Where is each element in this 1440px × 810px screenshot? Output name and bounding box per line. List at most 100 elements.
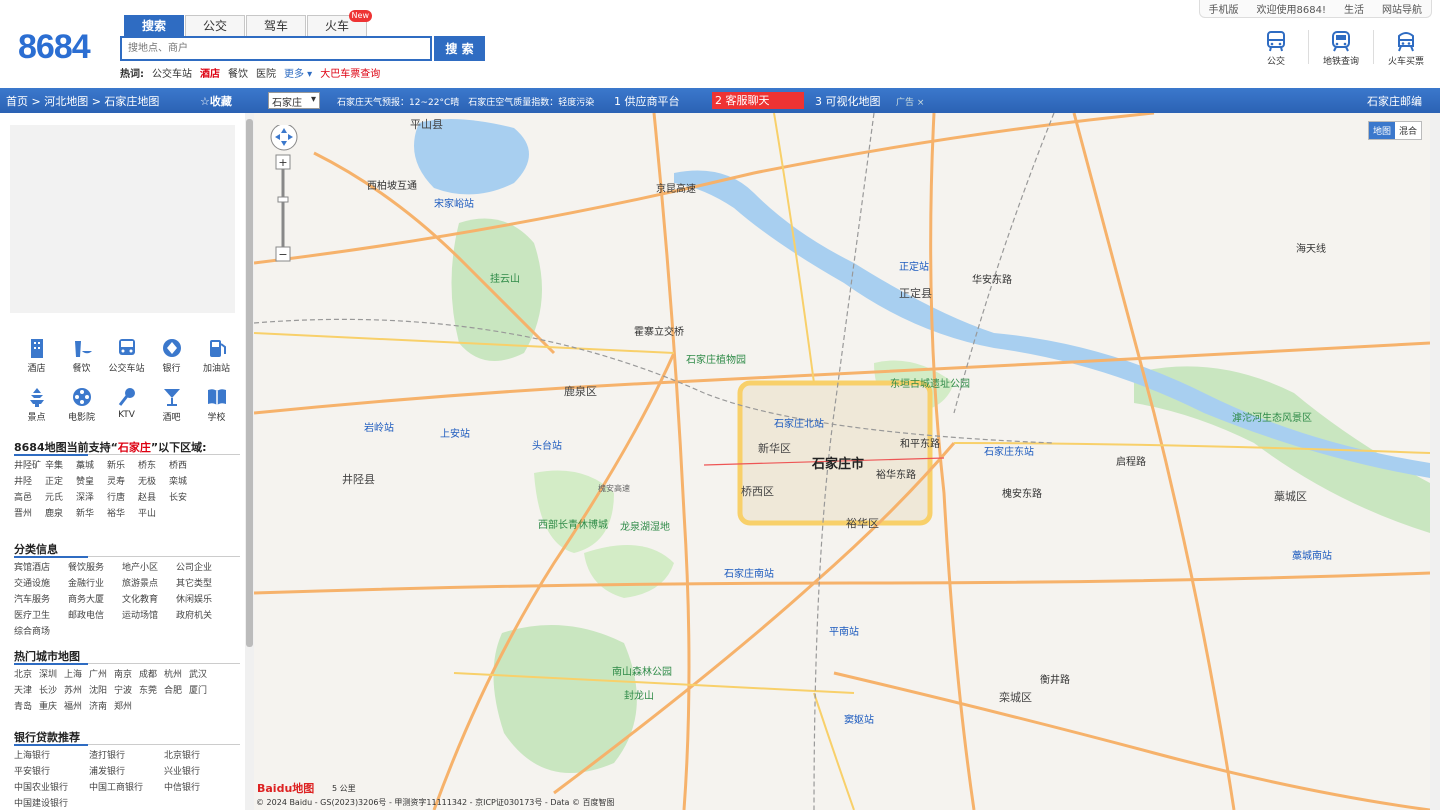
- map-label-station-east[interactable]: 石家庄东站: [984, 443, 1034, 458]
- tab-train[interactable]: 火车 New: [307, 10, 372, 37]
- class-link[interactable]: 其它类型: [176, 576, 230, 589]
- category-food[interactable]: 餐饮: [59, 337, 104, 374]
- more-dropdown[interactable]: 更多 ▾: [284, 65, 312, 80]
- map-label-yanling-station[interactable]: 岩岭站: [364, 419, 394, 434]
- map-type-hybrid[interactable]: 混合: [1394, 122, 1421, 139]
- life-link[interactable]: 生活: [1335, 1, 1373, 16]
- site-nav-link[interactable]: 网站导航: [1373, 1, 1431, 16]
- quick-subway[interactable]: 地铁查询: [1321, 30, 1361, 67]
- hot-city-link[interactable]: 合肥: [164, 683, 189, 696]
- bank-link[interactable]: 中国建设银行: [14, 796, 89, 809]
- quick-bus[interactable]: 公交: [1256, 30, 1296, 67]
- hot-city-link[interactable]: 重庆: [39, 699, 64, 712]
- region-link[interactable]: 平山: [138, 506, 169, 519]
- class-link[interactable]: 地产小区: [122, 560, 176, 573]
- map-label-zhengding[interactable]: 正定县: [899, 285, 932, 301]
- class-link[interactable]: 旅游景点: [122, 576, 176, 589]
- hot-word-hotel[interactable]: 酒店: [200, 65, 220, 80]
- bank-link[interactable]: 中信银行: [164, 780, 239, 793]
- tab-drive[interactable]: 驾车: [246, 15, 306, 37]
- class-link[interactable]: 金融行业: [68, 576, 122, 589]
- hot-word-food[interactable]: 餐饮: [228, 65, 248, 80]
- region-link[interactable]: 井陉矿: [14, 458, 45, 471]
- category-school[interactable]: 学校: [194, 386, 239, 423]
- region-link[interactable]: 长安: [169, 490, 200, 503]
- region-link[interactable]: 栾城: [169, 474, 200, 487]
- map-label-botanical-garden[interactable]: 石家庄植物园: [686, 351, 746, 366]
- hot-city-link[interactable]: 宁波: [114, 683, 139, 696]
- map-label-longquan-wetland[interactable]: 龙泉湖湿地: [620, 518, 670, 533]
- map-label-pingnan-station[interactable]: 平南站: [829, 623, 859, 638]
- hot-city-link[interactable]: 南京: [114, 667, 139, 680]
- map-label-luquan[interactable]: 鹿泉区: [564, 383, 597, 399]
- category-hotel[interactable]: 酒店: [14, 337, 59, 374]
- map-label-shangan-station[interactable]: 上安站: [440, 425, 470, 440]
- bank-link[interactable]: 浦发银行: [89, 764, 164, 777]
- class-link[interactable]: 宾馆酒店: [14, 560, 68, 573]
- region-link[interactable]: 正定: [45, 474, 76, 487]
- city-select[interactable]: 石家庄 ▾: [268, 92, 320, 109]
- region-link[interactable]: 鹿泉: [45, 506, 76, 519]
- map-label-xibu-park[interactable]: 西部长青休博城: [538, 516, 608, 531]
- region-link[interactable]: 行唐: [107, 490, 138, 503]
- scrollbar-thumb[interactable]: [246, 119, 253, 647]
- map-label-jingxing[interactable]: 井陉县: [342, 471, 375, 487]
- hot-city-link[interactable]: 杭州: [164, 667, 189, 680]
- category-bank[interactable]: 银行: [149, 337, 194, 374]
- hot-city-link[interactable]: 苏州: [64, 683, 89, 696]
- region-link[interactable]: 赞皇: [76, 474, 107, 487]
- map-label-city[interactable]: 石家庄市: [812, 453, 864, 472]
- map-label-guayunshan[interactable]: 挂云山: [490, 270, 520, 285]
- map-label-station-north[interactable]: 石家庄北站: [774, 415, 824, 430]
- class-link[interactable]: 邮政电信: [68, 608, 122, 621]
- bus-ticket-link[interactable]: 大巴车票查询: [320, 65, 380, 80]
- mobile-link[interactable]: 手机版: [1200, 1, 1248, 16]
- hot-city-link[interactable]: 广州: [89, 667, 114, 680]
- favorite-button[interactable]: ☆收藏: [200, 93, 232, 109]
- hot-city-link[interactable]: 武汉: [189, 667, 214, 680]
- map-label-toutai-station[interactable]: 头台站: [532, 437, 562, 452]
- hot-city-link[interactable]: 厦门: [189, 683, 214, 696]
- region-link[interactable]: 元氏: [45, 490, 76, 503]
- ad-close-button[interactable]: 广告 ×: [896, 95, 924, 108]
- bank-link[interactable]: 上海银行: [14, 748, 89, 761]
- class-link[interactable]: 运动场馆: [122, 608, 176, 621]
- hot-city-link[interactable]: 青岛: [14, 699, 39, 712]
- class-link[interactable]: 餐饮服务: [68, 560, 122, 573]
- region-link[interactable]: 高邑: [14, 490, 45, 503]
- bank-link[interactable]: 中国农业银行: [14, 780, 89, 793]
- region-link[interactable]: 裕华: [107, 506, 138, 519]
- class-link[interactable]: 文化教育: [122, 592, 176, 605]
- class-link[interactable]: 交通设施: [14, 576, 68, 589]
- region-link[interactable]: 无极: [138, 474, 169, 487]
- map-label-qiaoxi[interactable]: 桥西区: [741, 483, 774, 499]
- region-link[interactable]: 深泽: [76, 490, 107, 503]
- hot-word-hospital[interactable]: 医院: [256, 65, 276, 80]
- postcode-link[interactable]: 石家庄邮编: [1367, 93, 1422, 109]
- category-bus-stop[interactable]: 公交车站: [104, 337, 149, 374]
- region-link[interactable]: 井陉: [14, 474, 45, 487]
- map-label-gaocheng-south-station[interactable]: 藁城南站: [1292, 547, 1332, 562]
- search-button[interactable]: 搜 索: [434, 36, 485, 61]
- class-link[interactable]: 政府机关: [176, 608, 230, 621]
- region-link[interactable]: 晋州: [14, 506, 45, 519]
- map-label-songjiayu-station[interactable]: 宋家峪站: [434, 195, 474, 210]
- map-label-nanshan-park[interactable]: 南山森林公园: [612, 663, 672, 678]
- search-input[interactable]: [120, 36, 432, 61]
- region-link[interactable]: 新乐: [107, 458, 138, 471]
- map-label-gaocheng[interactable]: 藁城区: [1274, 488, 1307, 504]
- region-link[interactable]: 灵寿: [107, 474, 138, 487]
- tab-search[interactable]: 搜索: [124, 15, 184, 37]
- region-link[interactable]: 桥西: [169, 458, 200, 471]
- map-label-xinhua[interactable]: 新华区: [758, 440, 791, 456]
- hot-city-link[interactable]: 沈阳: [89, 683, 114, 696]
- hot-word-bus-stop[interactable]: 公交车站: [152, 65, 192, 80]
- bank-link[interactable]: 平安银行: [14, 764, 89, 777]
- hot-city-link[interactable]: 成都: [139, 667, 164, 680]
- region-link[interactable]: 桥东: [138, 458, 169, 471]
- region-link[interactable]: 赵县: [138, 490, 169, 503]
- hot-city-link[interactable]: 福州: [64, 699, 89, 712]
- map-label-luancheng[interactable]: 栾城区: [999, 689, 1032, 705]
- hot-city-link[interactable]: 天津: [14, 683, 39, 696]
- category-gas-station[interactable]: 加油站: [194, 337, 239, 374]
